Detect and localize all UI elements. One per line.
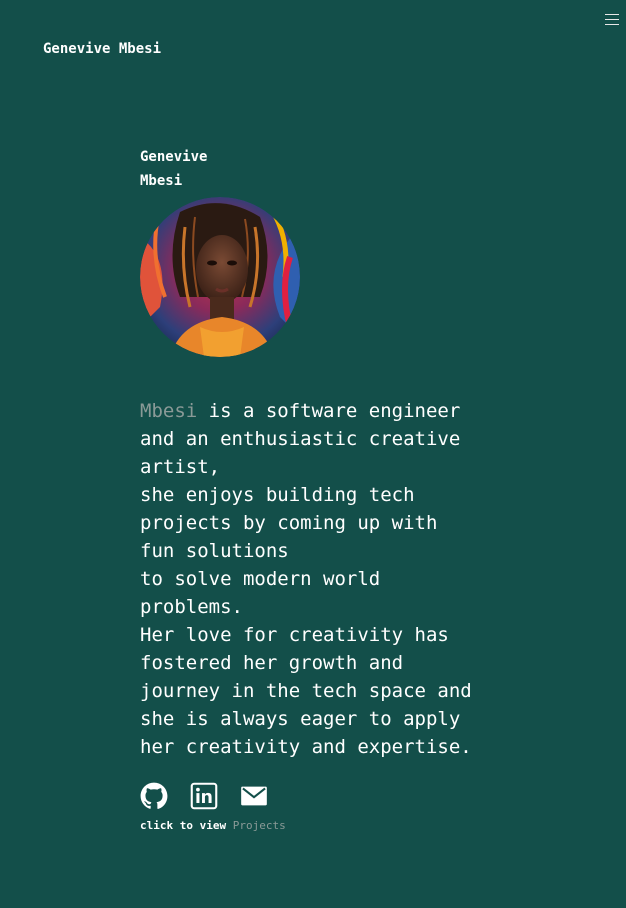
profile-first-name: Genevive [140,149,208,165]
github-icon[interactable] [140,782,168,810]
profile-section: Genevive Mbesi Mbesi is a software engin… [140,145,472,832]
bio-line-1: is a software engineer [197,400,461,422]
social-links [140,781,470,811]
bio-highlight-name: Mbesi [140,400,198,422]
bio-text: Mbesi is a software engineer and an enth… [140,397,472,761]
projects-prompt: click to view Projects [140,819,470,832]
avatar [140,197,300,357]
hamburger-menu-icon[interactable] [605,14,619,28]
page: Genevive Mbesi Genevive Mbesi Mbesi is a… [0,0,626,908]
bio-line-10: fostered her growth and [140,652,404,674]
projects-link[interactable]: Projects [233,819,286,832]
profile-last-name: Mbesi [140,173,183,189]
bio-line-12: she is always eager to apply [140,708,461,730]
linkedin-icon[interactable] [190,782,218,810]
site-brand[interactable]: Genevive Mbesi [43,41,161,57]
bio-line-2: and an enthusiastic creative [140,428,461,450]
projects-prompt-prefix: click to view [140,819,233,832]
bio-line-11: journey in the tech space and [140,680,472,702]
bio-line-8: problems. [140,596,243,618]
bio-line-6: fun solutions [140,540,289,562]
bio-line-3: artist, [140,456,221,478]
bio-line-7: to solve modern world [140,568,381,590]
profile-name: Genevive Mbesi [140,145,470,193]
bio-line-9: Her love for creativity has [140,624,449,646]
mail-icon[interactable] [240,782,268,810]
bio-line-13: her creativity and expertise. [140,736,472,758]
bio-line-5: projects by coming up with [140,512,438,534]
bio-line-4: she enjoys building tech [140,484,415,506]
